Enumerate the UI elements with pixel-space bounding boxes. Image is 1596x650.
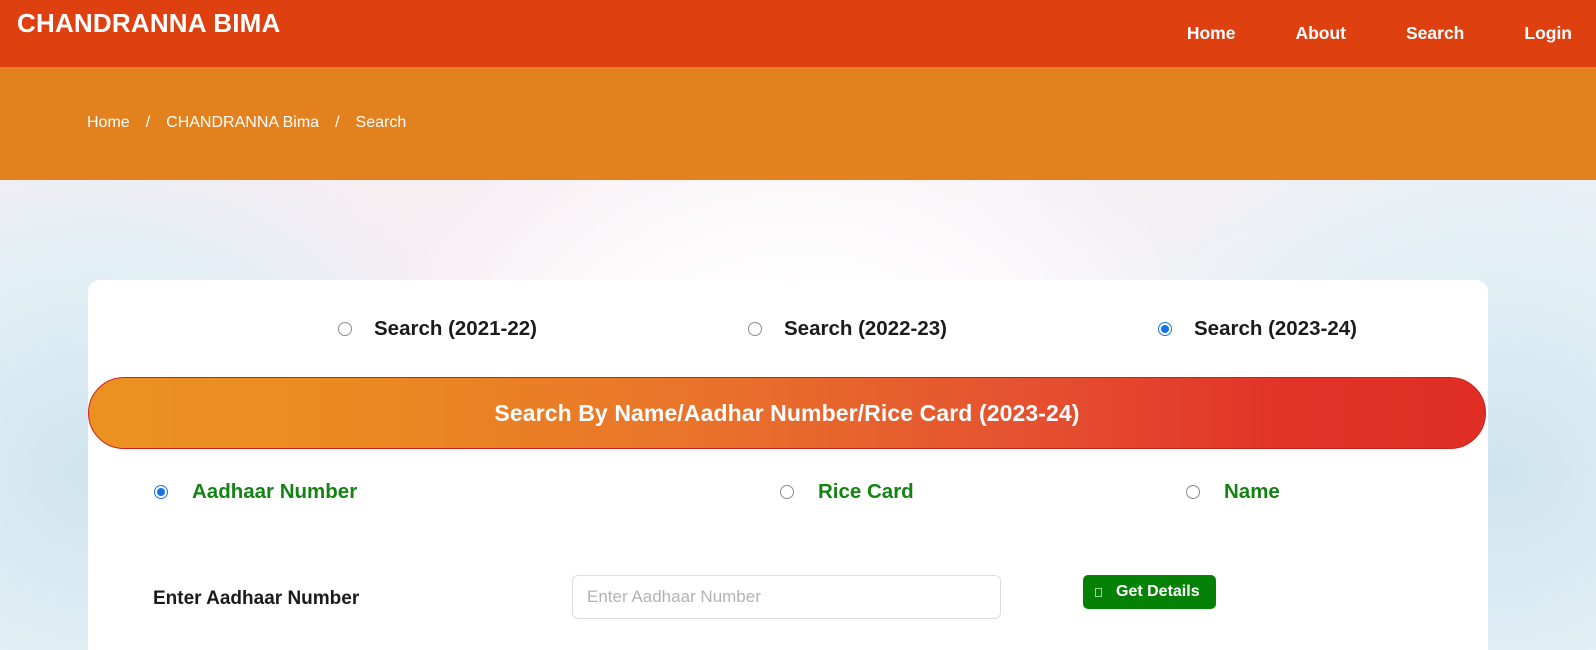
aadhaar-number-input[interactable] [572,575,1001,619]
breadcrumb: Home / CHANDRANNA Bima / Search [87,114,406,132]
year-option-label: Search (2022-23) [784,317,947,340]
breadcrumb-item-chandranna-bima[interactable]: CHANDRANNA Bima [166,114,319,132]
breadcrumb-item-search: Search [355,114,407,131]
search-type-option-name[interactable]: Name [1186,480,1280,504]
site-logo-text[interactable]: CHANDRANNA BIMA [17,8,280,39]
search-banner-title: Search By Name/Aadhar Number/Rice Card (… [494,399,1080,426]
search-type-option-aadhaar-number[interactable]: Aadhaar Number [154,480,357,504]
search-type-option-rice-card[interactable]: Rice Card [780,480,914,504]
year-option-2022-23[interactable]: Search (2022-23) [748,317,947,341]
search-type-label: Name [1224,480,1280,503]
year-option-label: Search (2023-24) [1194,317,1357,340]
search-type-radio-group: Aadhaar Number Rice Card Name [88,470,1488,522]
get-details-button[interactable]: Get Details [1083,575,1216,609]
breadcrumb-separator: / [145,114,151,131]
breadcrumb-separator: / [335,114,340,131]
site-header: CHANDRANNA BIMA Home About Search Login [0,0,1596,67]
year-radio-group: Search (2021-22) Search (2022-23) Search… [88,305,1488,360]
nav-item-login[interactable]: Login [1524,0,1572,67]
radio-icon[interactable] [1186,485,1200,499]
year-option-label: Search (2021-22) [374,317,537,340]
radio-icon-selected[interactable] [1158,322,1172,336]
year-option-2021-22[interactable]: Search (2021-22) [338,317,537,341]
breadcrumb-band: Home / CHANDRANNA Bima / Search [0,67,1596,180]
get-details-button-label: Get Details [1116,583,1200,600]
aadhaar-field-label: Enter Aadhaar Number [153,588,360,609]
search-banner: Search By Name/Aadhar Number/Rice Card (… [88,377,1486,449]
radio-icon[interactable] [338,322,352,336]
main-navigation: Home About Search Login [1187,0,1572,67]
nav-item-about[interactable]: About [1295,0,1346,67]
aadhaar-form-row: Enter Aadhaar Number Get Details [88,575,1488,645]
nav-item-search[interactable]: Search [1406,0,1464,67]
search-card: Search (2021-22) Search (2022-23) Search… [88,280,1488,650]
nav-item-home[interactable]: Home [1187,0,1236,67]
year-option-2023-24[interactable]: Search (2023-24) [1158,317,1357,341]
radio-icon-selected[interactable] [154,485,168,499]
search-type-label: Aadhaar Number [192,480,358,503]
radio-icon[interactable] [780,485,794,499]
breadcrumb-item-home[interactable]: Home [87,114,130,132]
radio-icon[interactable] [748,322,762,336]
tofu-square-icon [1095,587,1102,597]
search-type-label: Rice Card [818,480,914,503]
